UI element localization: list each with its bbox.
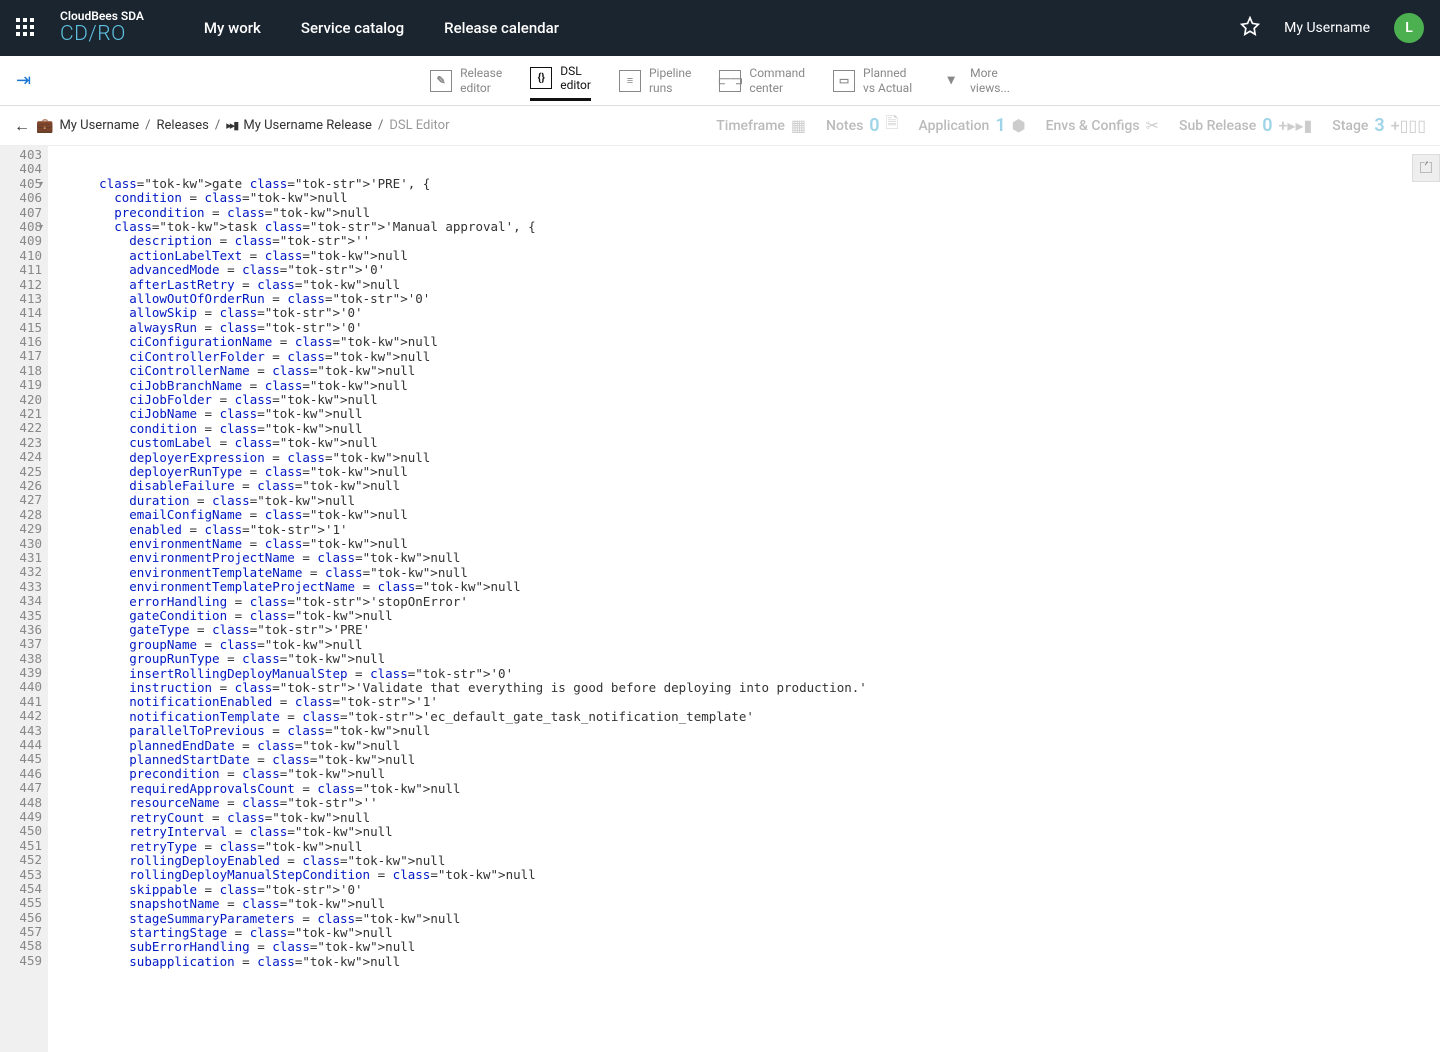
view-pipeline-runs[interactable]: ≡ Pipelineruns	[619, 60, 691, 102]
apps-menu-icon[interactable]	[16, 18, 36, 38]
compare-icon: ▭	[833, 70, 855, 92]
crumb-current: DSL Editor	[389, 118, 449, 133]
notes-button[interactable]: Notes 0 🗎	[826, 112, 898, 139]
top-right: My Username L	[1240, 13, 1424, 43]
tools-icon: ✂	[1146, 116, 1159, 135]
breadcrumb-bar: ← 💼 My Username / Releases / ▸▸▮ My User…	[0, 106, 1440, 146]
crumb-user[interactable]: My Username	[59, 118, 139, 133]
code-content[interactable]: class="tok-kw">gate class="tok-str">'PRE…	[48, 146, 1440, 1052]
envs-configs-button[interactable]: Envs & Configs ✂	[1046, 116, 1159, 135]
view-planned-vs-actual[interactable]: ▭ Plannedvs Actual	[833, 60, 912, 102]
collapse-sidebar-icon[interactable]: ⇥	[16, 70, 31, 91]
calendar-icon: ▦	[791, 116, 806, 135]
top-bar: CloudBees SDA CD/RO My work Service cata…	[0, 0, 1440, 56]
back-icon[interactable]: ←	[14, 116, 30, 136]
sub-release-button[interactable]: Sub Release 0 +▸▸▮	[1179, 115, 1312, 136]
add-stage-icon: +▯▯▯	[1391, 116, 1426, 135]
top-nav: My work Service catalog Release calendar	[204, 19, 559, 37]
side-panel-toggle[interactable]: ⏍	[1412, 154, 1440, 182]
views-list: ✎ Releaseeditor {} DSLeditor ≡ Pipeliner…	[430, 60, 1010, 102]
nav-release-calendar[interactable]: Release calendar	[444, 19, 559, 37]
breadcrumb-right: Timeframe ▦ Notes 0 🗎 Application 1 ⬢ En…	[716, 112, 1426, 139]
timeframe-button[interactable]: Timeframe ▦	[716, 116, 806, 135]
crumb-releases[interactable]: Releases	[157, 118, 209, 133]
view-dsl-editor[interactable]: {} DSLeditor	[530, 60, 591, 102]
application-button[interactable]: Application 1 ⬢	[918, 115, 1025, 136]
briefcase-icon: 💼	[36, 118, 53, 134]
view-release-editor[interactable]: ✎ Releaseeditor	[430, 60, 502, 102]
view-more[interactable]: ▾ Moreviews...	[940, 60, 1010, 102]
brand-logo[interactable]: CloudBees SDA CD/RO	[60, 10, 144, 46]
app-icon: ⬢	[1012, 116, 1026, 135]
chevron-down-icon: ▾	[940, 70, 962, 92]
braces-icon: {}	[530, 67, 552, 89]
avatar[interactable]: L	[1394, 13, 1424, 43]
stage-button[interactable]: Stage 3 +▯▯▯	[1332, 115, 1426, 136]
add-flow-icon: +▸▸▮	[1279, 116, 1313, 135]
username-label[interactable]: My Username	[1284, 20, 1370, 36]
line-gutter: 4034044054064074084094104114124134144154…	[0, 146, 48, 1052]
nav-service-catalog[interactable]: Service catalog	[301, 19, 404, 37]
views-bar: ⇥ ✎ Releaseeditor {} DSLeditor ≡ Pipelin…	[0, 56, 1440, 106]
list-icon: ≡	[619, 70, 641, 92]
chart-icon: ⫍⫎	[719, 70, 741, 92]
nav-my-work[interactable]: My work	[204, 19, 261, 37]
star-icon[interactable]	[1240, 16, 1260, 40]
crumb-release-name[interactable]: My Username Release	[243, 118, 372, 133]
pencil-icon: ✎	[430, 70, 452, 92]
note-icon: 🗎	[886, 112, 899, 139]
view-command-center[interactable]: ⫍⫎ Commandcenter	[719, 60, 805, 102]
flow-icon: ▸▸▮	[226, 119, 237, 132]
brand-bottom: CD/RO	[60, 23, 144, 46]
code-editor[interactable]: ⏍ 40340440540640740840941041141241341441…	[0, 146, 1440, 1052]
